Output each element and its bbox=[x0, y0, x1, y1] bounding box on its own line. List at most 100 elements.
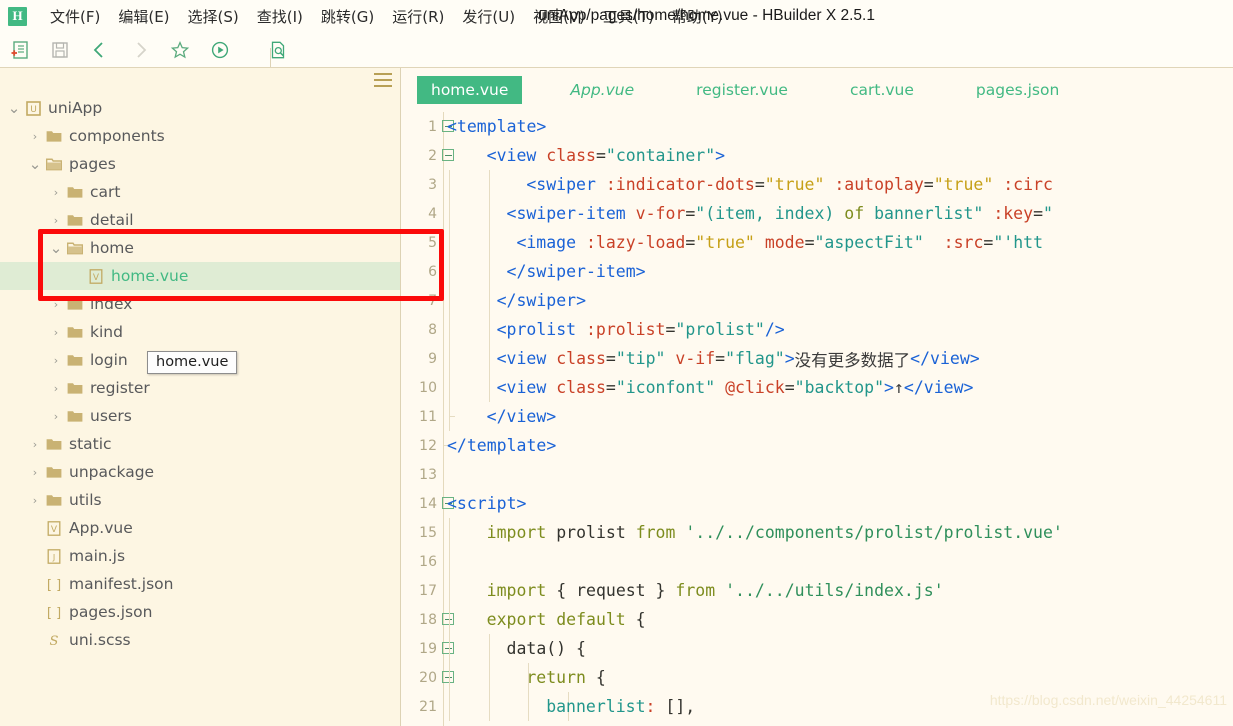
tree-item-uni.scss[interactable]: Suni.scss bbox=[0, 626, 400, 654]
tree-item-label: uniApp bbox=[48, 99, 103, 117]
code-line[interactable]: 16 bbox=[401, 547, 1233, 576]
code-text: </view> bbox=[486, 407, 557, 426]
chevron-right-icon[interactable]: › bbox=[48, 326, 64, 339]
folder-icon bbox=[64, 297, 86, 311]
code-line[interactable]: 14 <script> bbox=[401, 489, 1233, 518]
favorite-icon[interactable] bbox=[160, 35, 200, 65]
tree-item-label: pages.json bbox=[69, 603, 153, 621]
chevron-right-icon[interactable]: › bbox=[48, 186, 64, 199]
code-line[interactable]: 13 bbox=[401, 460, 1233, 489]
menu-item-view[interactable]: 视图(V) bbox=[524, 4, 594, 29]
chevron-right-icon[interactable]: › bbox=[48, 354, 64, 367]
code-content-area[interactable]: 1 <template> 2 <view class = "container" > 3 <sw… bbox=[401, 112, 1233, 726]
chevron-right-icon[interactable]: › bbox=[27, 466, 43, 479]
code-text: </template> bbox=[447, 436, 557, 455]
menu-item-run[interactable]: 运行(R) bbox=[383, 4, 453, 29]
chevron-down-icon[interactable]: ⌄ bbox=[48, 241, 64, 256]
code-line[interactable]: 12 </template> bbox=[401, 431, 1233, 460]
json-icon: [ ] bbox=[43, 605, 65, 620]
tree-item-users[interactable]: › users bbox=[0, 402, 400, 430]
indent-guide bbox=[488, 170, 490, 199]
chevron-right-icon[interactable]: › bbox=[48, 382, 64, 395]
fold-toggle-icon[interactable] bbox=[442, 149, 454, 161]
menu-item-find[interactable]: 查找(I) bbox=[248, 4, 312, 29]
tree-item-main.js[interactable]: Jmain.js bbox=[0, 542, 400, 570]
chevron-right-icon[interactable]: › bbox=[27, 130, 43, 143]
tree-item-uniApp[interactable]: ⌄ UuniApp bbox=[0, 94, 400, 122]
forward-icon[interactable] bbox=[120, 35, 160, 65]
tree-item-static[interactable]: › static bbox=[0, 430, 400, 458]
json-icon: [ ] bbox=[43, 577, 65, 592]
tree-item-pages[interactable]: ⌄ pages bbox=[0, 150, 400, 178]
editor-tab-pages.json[interactable]: pages.json bbox=[962, 76, 1073, 104]
back-icon[interactable] bbox=[80, 35, 120, 65]
line-number: 7 bbox=[428, 292, 437, 309]
code-text: </swiper-item> bbox=[506, 262, 646, 281]
new-file-icon[interactable] bbox=[0, 35, 40, 65]
tree-item-detail[interactable]: › detail bbox=[0, 206, 400, 234]
code-line[interactable]: 1 <template> bbox=[401, 112, 1233, 141]
tree-item-index[interactable]: › index bbox=[0, 290, 400, 318]
chevron-down-icon[interactable]: ⌄ bbox=[27, 157, 43, 172]
code-line[interactable]: 2 <view class = "container" > bbox=[401, 141, 1233, 170]
svg-text:J: J bbox=[52, 553, 55, 562]
menu-item-edit[interactable]: 编辑(E) bbox=[109, 4, 178, 29]
code-line[interactable]: 10 <view class = "iconfont" @click = "backtop… bbox=[401, 373, 1233, 402]
chevron-right-icon[interactable]: › bbox=[48, 410, 64, 423]
tree-item-kind[interactable]: › kind bbox=[0, 318, 400, 346]
menu-item-file[interactable]: 文件(F) bbox=[41, 4, 109, 29]
tree-item-cart[interactable]: › cart bbox=[0, 178, 400, 206]
fold-toggle-icon[interactable] bbox=[442, 642, 454, 654]
chevron-right-icon[interactable]: › bbox=[48, 298, 64, 311]
code-line[interactable]: 9 <view class = "tip" v-if = "flag" > 没有更多数据了 </… bbox=[401, 344, 1233, 373]
menu-item-help[interactable]: 帮助(Y) bbox=[663, 4, 732, 29]
tree-item-register[interactable]: › register bbox=[0, 374, 400, 402]
line-number: 14 bbox=[419, 495, 437, 512]
code-text: <view class = "container" > bbox=[486, 146, 726, 165]
code-line[interactable]: 3 <swiper :indicator-dots = "true" :autopla… bbox=[401, 170, 1233, 199]
find-file-icon[interactable] bbox=[258, 35, 298, 65]
tree-item-home[interactable]: ⌄ home bbox=[0, 234, 400, 262]
code-line[interactable]: 11 </view> bbox=[401, 402, 1233, 431]
tree-item-label: register bbox=[90, 379, 150, 397]
chevron-right-icon[interactable]: › bbox=[48, 214, 64, 227]
editor-tab-cart.vue[interactable]: cart.vue bbox=[836, 76, 928, 104]
chevron-right-icon[interactable]: › bbox=[27, 494, 43, 507]
tree-item-App.vue[interactable]: V App.vue bbox=[0, 514, 400, 542]
chevron-down-icon[interactable]: ⌄ bbox=[6, 101, 22, 116]
fold-toggle-icon[interactable] bbox=[442, 671, 454, 683]
tree-item-unpackage[interactable]: › unpackage bbox=[0, 458, 400, 486]
code-line[interactable]: 8 <prolist :prolist = "prolist"/> bbox=[401, 315, 1233, 344]
code-line[interactable]: 20 return { bbox=[401, 663, 1233, 692]
code-line[interactable]: 19 data() { bbox=[401, 634, 1233, 663]
code-line[interactable]: 4 <swiper-item v-for = "(item, index) of ba… bbox=[401, 199, 1233, 228]
editor-tab-App.vue[interactable]: App.vue bbox=[556, 76, 648, 104]
menu-item-goto[interactable]: 跳转(G) bbox=[312, 4, 383, 29]
run-icon[interactable] bbox=[200, 35, 240, 65]
chevron-right-icon[interactable]: › bbox=[27, 438, 43, 451]
folder-icon bbox=[43, 157, 65, 171]
menu-item-publish[interactable]: 发行(U) bbox=[453, 4, 524, 29]
code-line[interactable]: 15 import prolist from '../../components/… bbox=[401, 518, 1233, 547]
indent-guide bbox=[488, 315, 490, 344]
editor-tab-home.vue[interactable]: home.vue bbox=[417, 76, 523, 104]
code-line[interactable]: 17 import { request } from '../../utils/i… bbox=[401, 576, 1233, 605]
tree-item-components[interactable]: › components bbox=[0, 122, 400, 150]
menu-item-select[interactable]: 选择(S) bbox=[179, 4, 248, 29]
folder-icon bbox=[64, 409, 86, 423]
save-icon[interactable] bbox=[40, 35, 80, 65]
tree-item-pages.json[interactable]: [ ] pages.json bbox=[0, 598, 400, 626]
hamburger-icon[interactable] bbox=[374, 73, 392, 87]
fold-end-marker bbox=[449, 402, 450, 417]
fold-toggle-icon[interactable] bbox=[442, 613, 454, 625]
code-line[interactable]: 18 export default { bbox=[401, 605, 1233, 634]
tree-item-manifest.json[interactable]: [ ] manifest.json bbox=[0, 570, 400, 598]
editor-tab-register.vue[interactable]: register.vue bbox=[682, 76, 802, 104]
code-line[interactable]: 7 </swiper> bbox=[401, 286, 1233, 315]
menu-item-tools[interactable]: 工具(T) bbox=[594, 4, 663, 29]
code-line[interactable]: 6 </swiper-item> bbox=[401, 257, 1233, 286]
tree-item-home.vue[interactable]: Vhome.vue bbox=[0, 262, 400, 290]
code-line[interactable]: 5 <image :lazy-load = "true" mode = "aspectFi… bbox=[401, 228, 1233, 257]
tree-item-label: unpackage bbox=[69, 463, 155, 481]
tree-item-utils[interactable]: › utils bbox=[0, 486, 400, 514]
